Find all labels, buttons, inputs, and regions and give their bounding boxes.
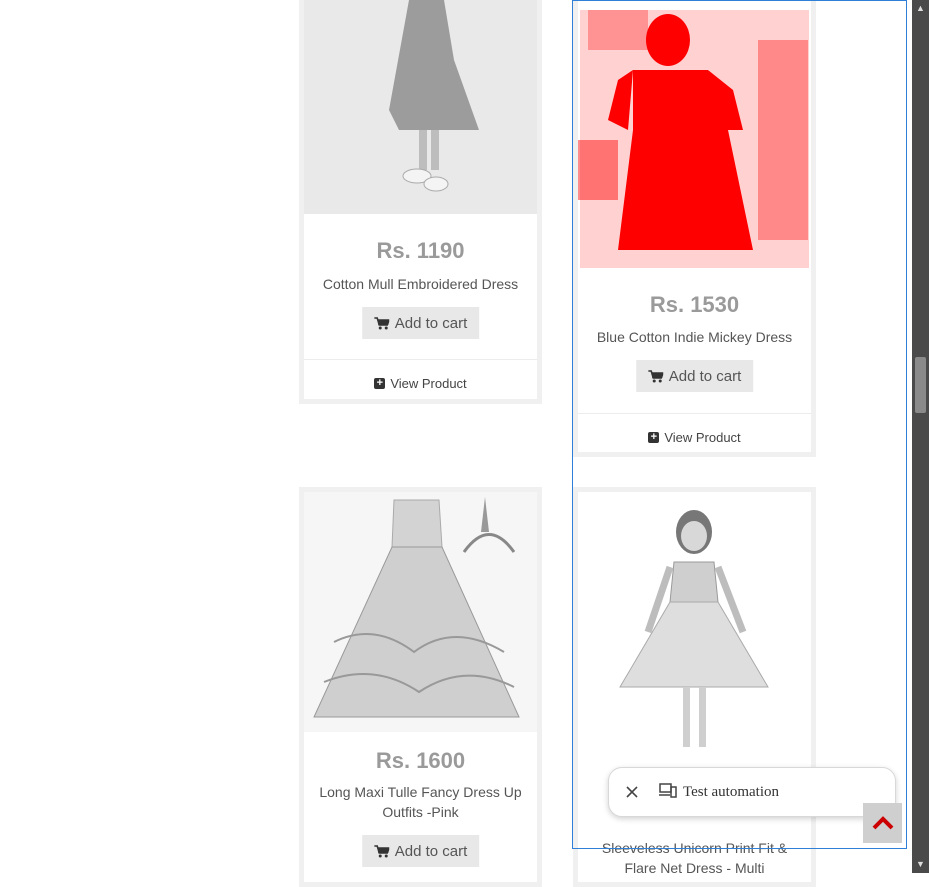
cart-icon bbox=[373, 844, 389, 857]
girl-dress-image bbox=[304, 0, 537, 214]
product-price: Rs. 1190 bbox=[376, 238, 465, 263]
product-card: Rs. 1530 Blue Cotton Indie Mickey Dress … bbox=[573, 0, 816, 457]
unicorn-gown-image bbox=[304, 492, 537, 732]
page-scrollbar[interactable]: ▲ ▼ bbox=[912, 0, 929, 873]
product-image[interactable] bbox=[304, 492, 537, 732]
cart-icon bbox=[373, 316, 389, 329]
product-price: Rs. 1530 bbox=[649, 292, 740, 317]
plus-square-icon: + bbox=[374, 378, 386, 389]
product-image[interactable] bbox=[578, 0, 811, 272]
product-card: Rs. 1190 Cotton Mull Embroidered Dress A… bbox=[299, 0, 542, 404]
close-icon[interactable] bbox=[625, 785, 639, 799]
product-name[interactable]: Sleeveless Unicorn Print Fit & Flare Net… bbox=[586, 838, 803, 878]
product-name[interactable]: Blue Cotton Indie Mickey Dress bbox=[586, 327, 803, 347]
scroll-to-top-button[interactable] bbox=[863, 803, 902, 843]
girl-dress-image bbox=[578, 492, 811, 772]
add-to-cart-label: Add to cart bbox=[394, 314, 468, 332]
add-to-cart-button[interactable]: Add to cart bbox=[635, 360, 754, 392]
add-to-cart-label: Add to cart bbox=[668, 367, 742, 385]
scrollbar-thumb[interactable] bbox=[915, 357, 926, 413]
product-name[interactable]: Long Maxi Tulle Fancy Dress Up Outfits -… bbox=[312, 782, 529, 822]
add-to-cart-button[interactable]: Add to cart bbox=[361, 307, 480, 339]
product-card: Rs. 1600 Long Maxi Tulle Fancy Dress Up … bbox=[299, 487, 542, 887]
devices-icon bbox=[659, 782, 677, 803]
chevron-up-icon bbox=[872, 816, 893, 830]
card-divider bbox=[578, 413, 811, 414]
girl-dress-image bbox=[578, 7, 811, 272]
product-image[interactable] bbox=[304, 0, 537, 214]
product-image[interactable] bbox=[578, 492, 811, 772]
view-product-link[interactable]: + View Product bbox=[304, 376, 537, 391]
view-product-label: View Product bbox=[664, 430, 741, 445]
add-to-cart-button[interactable]: Add to cart bbox=[361, 835, 480, 867]
scroll-down-arrow-icon[interactable]: ▼ bbox=[912, 856, 929, 873]
card-divider bbox=[304, 359, 537, 360]
cart-icon bbox=[647, 369, 663, 382]
product-name[interactable]: Cotton Mull Embroidered Dress bbox=[312, 274, 529, 294]
view-product-link[interactable]: + View Product bbox=[578, 430, 811, 445]
product-card: Sleeveless Unicorn Print Fit & Flare Net… bbox=[573, 487, 816, 887]
plus-square-icon: + bbox=[648, 432, 660, 443]
product-price: Rs. 1600 bbox=[375, 748, 466, 773]
test-automation-banner: Test automation bbox=[608, 767, 896, 817]
scroll-up-arrow-icon[interactable]: ▲ bbox=[912, 0, 929, 17]
add-to-cart-label: Add to cart bbox=[394, 842, 468, 860]
test-automation-label: Test automation bbox=[683, 783, 780, 800]
view-product-label: View Product bbox=[390, 376, 467, 391]
